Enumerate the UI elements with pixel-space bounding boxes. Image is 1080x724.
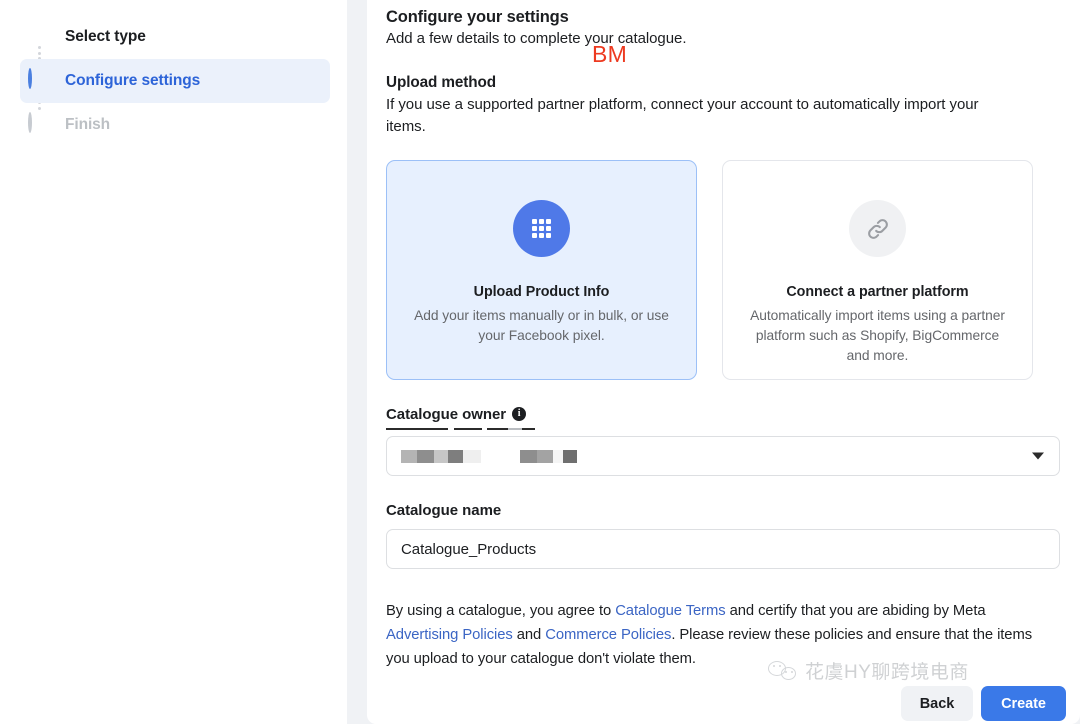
catalogue-owner-select[interactable] (386, 436, 1060, 477)
option-card-upload-product-info[interactable]: Upload Product Info Add your items manua… (386, 160, 697, 381)
sidebar-step-label: Finish (65, 116, 111, 133)
option-card-description: Add your items manually or in bulk, or u… (414, 308, 669, 344)
main-panel: Configure your settings Add a few detail… (367, 0, 1080, 724)
create-button[interactable]: Create (981, 686, 1066, 721)
page-title: Configure your settings (386, 8, 569, 26)
step-sidebar: Select type Configure settings Finish (0, 0, 347, 724)
back-button[interactable]: Back (901, 686, 973, 721)
catalogue-owner-field: Catalogue owner i BM (386, 41, 1060, 477)
option-card-description: Automatically import items using a partn… (750, 308, 1005, 364)
option-card-connect-partner-platform[interactable]: Connect a partner platform Automatically… (722, 160, 1033, 381)
page-subtitle: Add a few details to complete your catal… (386, 30, 687, 47)
upload-method-options: Upload Product Info Add your items manua… (386, 160, 1060, 381)
info-icon[interactable]: i (512, 406, 527, 421)
legal-text-3: and (512, 627, 546, 644)
chevron-down-icon[interactable] (1032, 452, 1044, 460)
upload-method-title: Upload method (386, 74, 497, 91)
catalogue-terms-link[interactable]: Catalogue Terms (615, 603, 725, 619)
catalogue-name-input[interactable]: Catalogue_Products (386, 529, 1060, 570)
sidebar-step-configure-settings[interactable]: Configure settings (20, 59, 330, 103)
link-icon (849, 200, 906, 258)
sidebar-step-select-type[interactable]: Select type (20, 15, 330, 59)
legal-text-1: By using a catalogue, you agree to (386, 603, 616, 620)
option-card-title: Upload Product Info (473, 284, 610, 301)
advertising-policies-link[interactable]: Advertising Policies (386, 627, 513, 643)
catalogue-name-value: Catalogue_Products (401, 540, 537, 558)
catalogue-name-field: Catalogue name Catalogue_Products (386, 502, 1060, 570)
footer-actions: Back Create (901, 686, 1066, 721)
upload-method-description: If you use a supported partner platform,… (386, 96, 979, 136)
catalogue-name-label: Catalogue name (386, 502, 502, 520)
bm-annotation: BM (592, 41, 628, 67)
check-circle-icon (28, 26, 51, 49)
sidebar-step-finish[interactable]: Finish (20, 103, 330, 147)
sidebar-step-label: Select type (65, 28, 146, 45)
sidebar-step-label: Configure settings (65, 72, 201, 89)
catalogue-owner-label: Catalogue owner i (386, 406, 535, 431)
half-circle-icon (28, 67, 51, 93)
option-card-title: Connect a partner platform (786, 284, 969, 301)
redacted-owner-value (401, 450, 481, 464)
legal-text-2: and certify that you are abiding by Meta (725, 603, 986, 620)
catalogue-setup-screen: Select type Configure settings Finish Co… (0, 0, 1080, 724)
legal-disclaimer: By using a catalogue, you agree to Catal… (386, 600, 1048, 672)
empty-circle-icon (28, 111, 51, 137)
commerce-policies-link[interactable]: Commerce Policies (545, 627, 671, 643)
catalogue-owner-label-text: Catalogue owner (386, 406, 507, 424)
grid-icon (513, 200, 570, 258)
redacted-owner-value-2 (520, 450, 577, 464)
